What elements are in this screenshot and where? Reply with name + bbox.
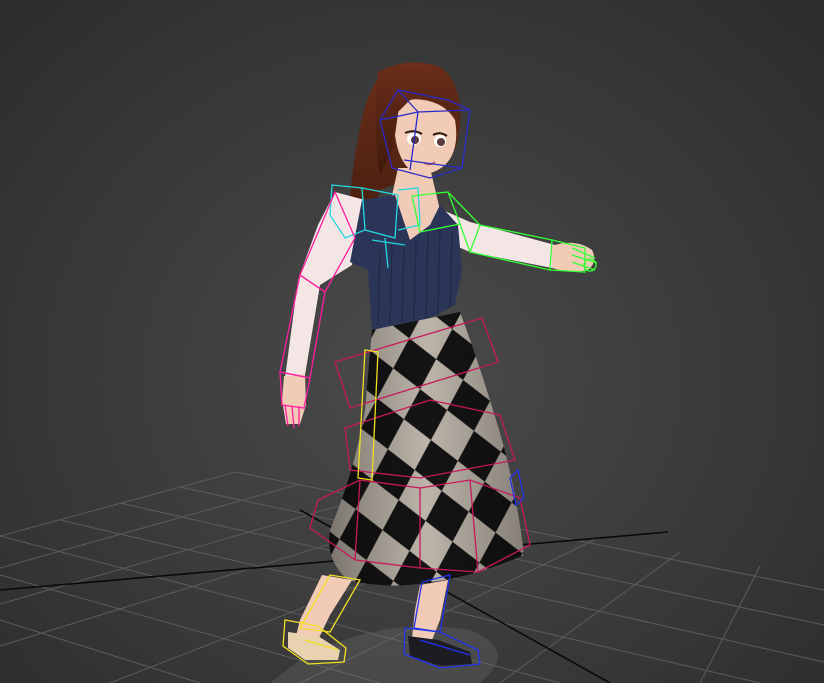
viewport-canvas[interactable] — [0, 0, 824, 683]
character-model[interactable] — [282, 62, 595, 666]
3d-viewport[interactable] — [0, 0, 824, 683]
hand-hanging — [282, 374, 306, 424]
arm-hanging-sleeve — [285, 192, 365, 378]
